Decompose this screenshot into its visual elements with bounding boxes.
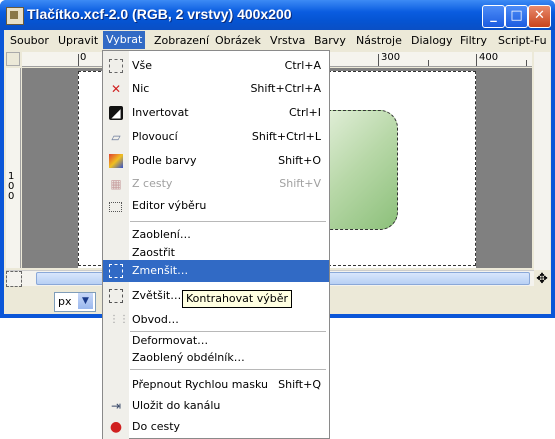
menu-item-label: Z cesty	[132, 177, 173, 190]
menu-item-label: Zaostřit	[132, 246, 175, 259]
menu-item-label: Vše	[132, 59, 153, 72]
menu-item-select-all[interactable]: Vše Ctrl+A	[103, 55, 329, 77]
unit-select-value: px	[58, 295, 72, 308]
menu-item-shortcut: Shift+Ctrl+L	[251, 130, 321, 143]
menu-item-rounded-rectangle[interactable]: Zaoblený obdélník…	[103, 347, 329, 369]
menu-item-shortcut: Shift+Ctrl+A	[250, 82, 321, 95]
maximize-button[interactable]: □	[505, 5, 528, 28]
menu-vybrat[interactable]: Vybrat	[103, 31, 146, 49]
shrink-icon	[109, 264, 123, 278]
select-all-icon	[109, 59, 123, 73]
border-icon: ⋮⋮	[109, 314, 129, 325]
float-icon: ▱	[111, 130, 121, 144]
menu-item-selection-editor[interactable]: Editor výběru	[103, 195, 329, 217]
menu-soubor[interactable]: Soubor	[10, 34, 49, 47]
window-title: Tlačítko.xcf-2.0 (RGB, 2 vrstvy) 400x200	[27, 6, 292, 22]
menu-item-label: Editor výběru	[132, 199, 207, 212]
menu-item-label: Obvod…	[132, 313, 179, 326]
menu-item-by-color[interactable]: Podle barvy Shift+O	[103, 150, 329, 172]
menu-separator	[130, 221, 326, 222]
vruler-label-100: 100	[8, 171, 15, 202]
ruler-tick	[378, 54, 379, 66]
menu-item-label: Uložit do kanálu	[132, 399, 221, 412]
menu-upravit[interactable]: Upravit	[58, 34, 98, 47]
menu-item-border[interactable]: ⋮⋮ Obvod…	[103, 309, 329, 331]
ruler-tick	[78, 54, 79, 66]
menu-item-toggle-quick-mask[interactable]: Přepnout Rychlou masku Shift+Q	[103, 374, 329, 396]
close-button[interactable]: ✕	[528, 5, 551, 28]
vertical-ruler[interactable]	[6, 68, 21, 268]
menu-item-label: Plovoucí	[132, 130, 178, 143]
gimp-document-icon[interactable]	[6, 7, 24, 25]
ruler-tick	[428, 60, 429, 66]
ruler-label-0: 0	[80, 52, 87, 63]
from-path-icon: ▦	[110, 177, 122, 191]
menu-barvy[interactable]: Barvy	[314, 34, 346, 47]
menu-item-float[interactable]: ▱ Plovoucí Shift+Ctrl+L	[103, 126, 329, 148]
navigate-icon[interactable]: ✥	[534, 271, 550, 287]
ruler-tick	[476, 54, 477, 66]
save-to-channel-icon: ⇥	[110, 399, 122, 413]
invert-icon: ◢	[109, 106, 123, 120]
by-color-icon	[109, 154, 123, 168]
menu-separator	[130, 369, 326, 370]
menu-obrazek[interactable]: Obrázek	[215, 34, 261, 47]
menu-script-fu[interactable]: Script-Fu	[498, 34, 547, 47]
menu-item-label: Zaoblení…	[132, 228, 191, 241]
menu-item-shortcut: Shift+Q	[278, 378, 321, 391]
menu-item-shrink[interactable]: Zmenšit…	[103, 260, 329, 282]
menu-item-shortcut: Shift+O	[278, 154, 321, 167]
select-none-icon: ✕	[110, 82, 122, 96]
menu-item-shortcut: Shift+V	[279, 177, 321, 190]
menu-item-label: Zmenšit…	[132, 264, 189, 277]
ruler-label-400: 400	[479, 52, 499, 63]
ruler-label-300: 300	[381, 52, 401, 63]
quick-mask-icon[interactable]	[6, 271, 22, 287]
menu-item-label: Invertovat	[132, 106, 189, 119]
minimize-button[interactable]: _	[482, 5, 505, 28]
menu-item-label: Podle barvy	[132, 154, 197, 167]
menu-item-save-to-channel[interactable]: ⇥ Uložit do kanálu	[103, 395, 329, 417]
to-path-icon: ●	[109, 419, 123, 435]
chevron-down-icon[interactable]: ▼	[78, 293, 93, 309]
menu-nastroje[interactable]: Nástroje	[356, 34, 402, 47]
menu-item-label: Přepnout Rychlou masku	[132, 378, 268, 391]
menu-item-select-none[interactable]: ✕ Nic Shift+Ctrl+A	[103, 78, 329, 100]
menu-vrstva[interactable]: Vrstva	[270, 34, 305, 47]
menu-zobrazeni[interactable]: Zobrazení	[154, 34, 209, 47]
menu-item-label: Zaoblený obdélník…	[132, 351, 245, 364]
ruler-corner-menu-icon[interactable]	[6, 52, 20, 66]
menu-item-label: Zvětšit…	[132, 289, 182, 302]
menu-item-to-path[interactable]: ● Do cesty	[103, 416, 329, 438]
menu-item-from-path: ▦ Z cesty Shift+V	[103, 173, 329, 195]
tooltip: Kontrahovat výběr	[182, 290, 292, 308]
menu-item-invert[interactable]: ◢ Invertovat Ctrl+I	[103, 102, 329, 124]
menu-item-shortcut: Ctrl+A	[284, 59, 321, 72]
menu-dialogy[interactable]: Dialogy	[411, 34, 453, 47]
menu-item-label: Do cesty	[132, 420, 181, 433]
grow-icon	[109, 289, 123, 303]
selection-editor-icon	[109, 202, 122, 212]
menu-item-shortcut: Ctrl+I	[288, 106, 321, 119]
menu-filtry[interactable]: Filtry	[460, 34, 487, 47]
vertical-scrollbar[interactable]	[534, 52, 550, 270]
menu-item-label: Nic	[132, 82, 150, 95]
ruler-tick	[526, 60, 527, 66]
menu-item-label: Deformovat…	[132, 334, 209, 347]
